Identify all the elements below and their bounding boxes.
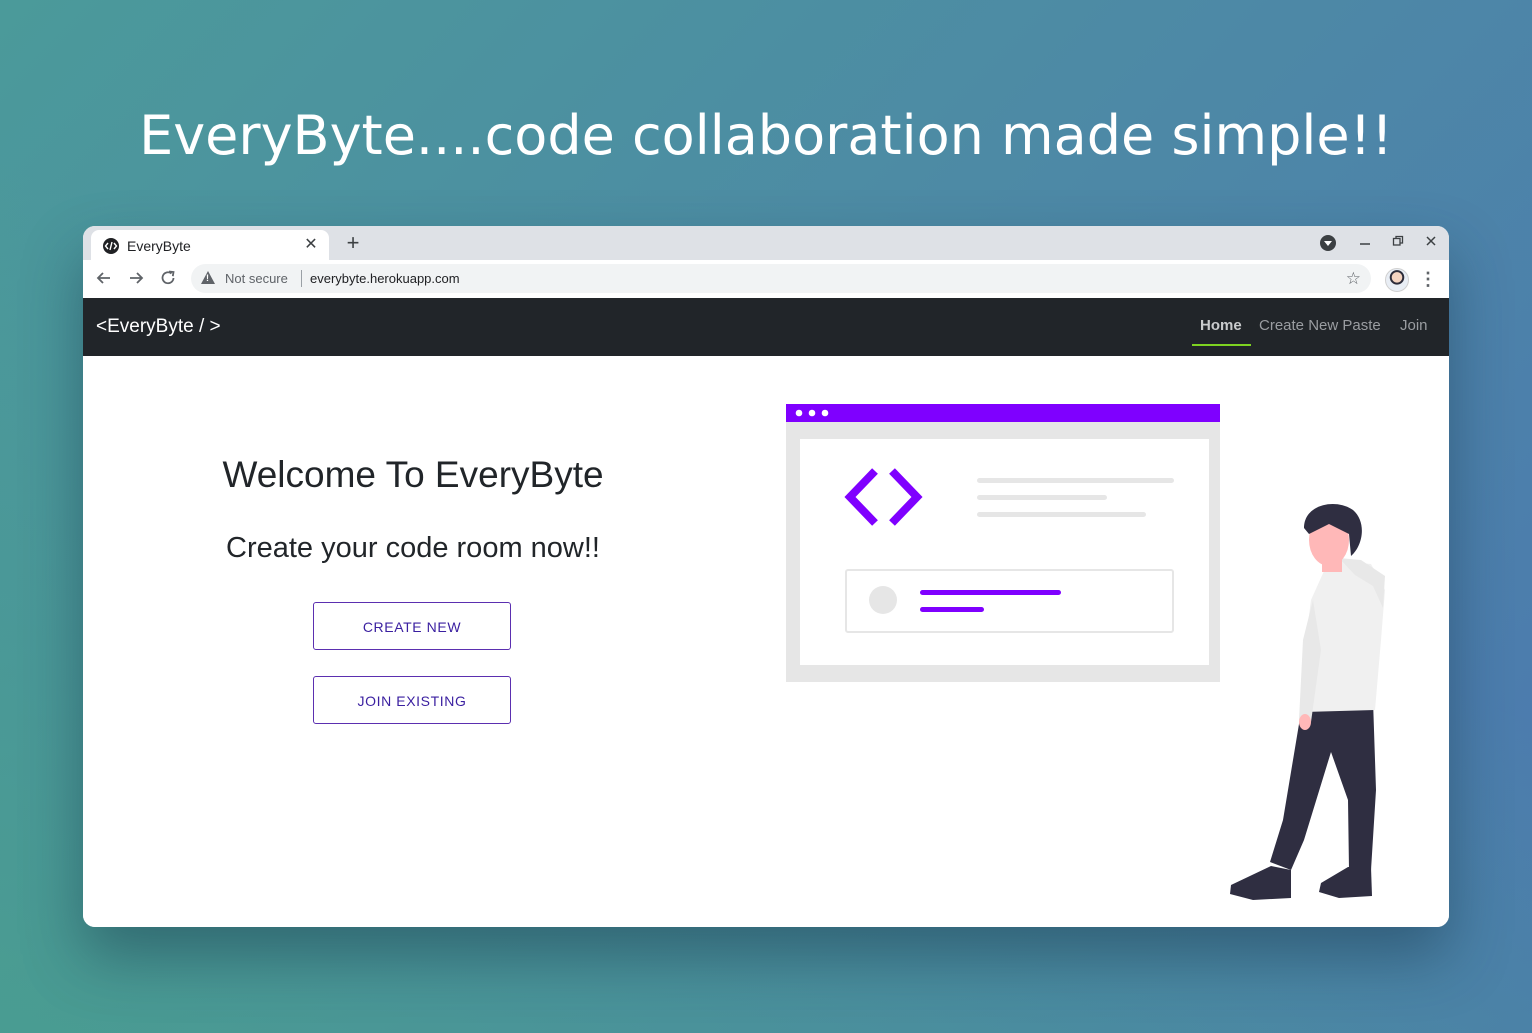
mock-text-line-3 xyxy=(977,512,1146,517)
page-headline: EveryByte....code collaboration made sim… xyxy=(139,104,1393,167)
restore-icon[interactable] xyxy=(1387,232,1409,254)
tab-title: EveryByte xyxy=(127,238,191,254)
nav-create-new-paste[interactable]: Create New Paste xyxy=(1259,317,1381,334)
forward-icon[interactable] xyxy=(125,269,147,291)
nav-home[interactable]: Home xyxy=(1200,317,1242,334)
mock-text-line-2 xyxy=(977,495,1107,500)
browser-menu-icon[interactable]: ⋮ xyxy=(1419,269,1437,291)
main-content: Welcome To EveryByte Create your code ro… xyxy=(83,356,1449,927)
tab-search-icon[interactable] xyxy=(1320,235,1336,251)
profile-avatar[interactable] xyxy=(1385,268,1409,292)
security-label[interactable]: Not secure xyxy=(225,271,288,286)
bookmark-star-icon[interactable]: ☆ xyxy=(1346,269,1361,289)
new-tab-button[interactable]: + xyxy=(341,231,365,255)
minimize-icon[interactable] xyxy=(1354,232,1376,254)
code-illustration xyxy=(786,404,1385,900)
reload-icon[interactable] xyxy=(157,269,179,291)
active-nav-indicator xyxy=(1192,344,1251,346)
mock-text-line-1 xyxy=(977,478,1174,483)
warning-icon xyxy=(201,271,215,284)
omnibox-divider xyxy=(301,270,302,287)
url-text[interactable]: everybyte.herokuapp.com xyxy=(310,271,460,286)
close-window-icon[interactable] xyxy=(1420,232,1442,254)
back-icon[interactable] xyxy=(93,269,115,291)
mock-card-line-2 xyxy=(920,607,984,612)
mock-card-avatar xyxy=(869,586,897,614)
browser-toolbar: Not secure everybyte.herokuapp.com ☆ ⋮ xyxy=(83,260,1449,299)
create-new-button[interactable]: CREATE NEW xyxy=(313,602,511,650)
subtitle-heading: Create your code room now!! xyxy=(226,532,600,564)
nav-join[interactable]: Join xyxy=(1400,317,1428,334)
browser-tab[interactable]: EveryByte ✕ xyxy=(91,230,329,260)
mock-dot-1 xyxy=(795,409,803,417)
mock-dot-3 xyxy=(821,409,829,417)
mock-dot-2 xyxy=(808,409,816,417)
tab-close-icon[interactable]: ✕ xyxy=(301,235,321,255)
address-bar[interactable]: Not secure everybyte.herokuapp.com ☆ xyxy=(191,264,1371,293)
site-navbar: <EveryByte / > Home Create New Paste Joi… xyxy=(83,298,1449,356)
mock-card-line-1 xyxy=(920,590,1061,595)
person-figure xyxy=(1230,504,1385,900)
join-existing-button[interactable]: JOIN EXISTING xyxy=(313,676,511,724)
brand-logo[interactable]: <EveryByte / > xyxy=(96,316,221,338)
favicon-icon xyxy=(103,238,119,254)
tab-strip: EveryByte ✕ + xyxy=(83,226,1449,260)
browser-window: EveryByte ✕ + Not secure everybyte.herok xyxy=(83,226,1449,927)
welcome-heading: Welcome To EveryByte xyxy=(222,454,604,495)
mock-window-titlebar xyxy=(786,404,1220,422)
